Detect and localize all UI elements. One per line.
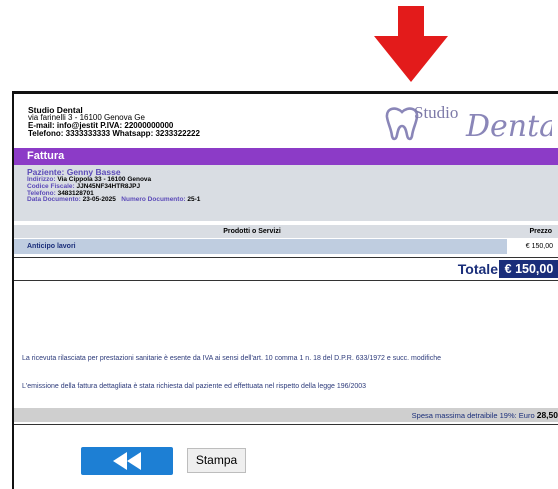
- divider: [14, 424, 558, 425]
- logo-text-studio: Studio: [414, 103, 458, 122]
- item-description: Anticipo lavori: [27, 243, 76, 250]
- company-phone: Telefono: 3333333333 Whatsapp: 323332222…: [28, 129, 200, 138]
- print-button[interactable]: Stampa: [187, 448, 246, 473]
- invoice-title-bar: Fattura: [14, 148, 558, 165]
- table-row: Anticipo lavori € 150,00: [14, 239, 558, 254]
- red-arrow-down-icon: [374, 6, 448, 82]
- studio-dental-logo: Studio Dental: [385, 103, 552, 142]
- invoice-title: Fattura: [27, 150, 65, 162]
- products-header: Prodotti o Servizi: [223, 228, 281, 235]
- patient-info: Paziente: Genny Basse Indirizzo: Via Cip…: [14, 165, 558, 221]
- price-header: Prezzo: [529, 228, 552, 235]
- document-number: 25-1: [187, 196, 201, 204]
- deductible-row: Spesa massima detraibile 19%: Euro 28,50: [14, 408, 558, 422]
- invoice-document: Studio Dental via farinelli 3 - 16100 Ge…: [12, 91, 558, 489]
- back-button[interactable]: [81, 447, 173, 475]
- company-info: Studio Dental via farinelli 3 - 16100 Ge…: [28, 106, 200, 138]
- deductible-value: 28,50: [536, 410, 558, 420]
- total-label: Totale: [457, 261, 498, 277]
- products-table-header: Prodotti o Servizi Prezzo: [14, 225, 558, 238]
- total-value: € 150,00: [499, 260, 558, 278]
- total-row: Totale € 150,00: [14, 257, 558, 281]
- item-price: € 150,00: [507, 239, 558, 254]
- document-number-label: Numero Documento:: [121, 196, 186, 204]
- tooth-icon: [385, 107, 419, 141]
- detailed-invoice-note: L'emissione della fattura dettagliata è …: [22, 383, 367, 390]
- logo-text-dental: Dental: [465, 109, 552, 142]
- document-date: 23-05-2025: [82, 196, 116, 204]
- rewind-icon: [113, 452, 141, 470]
- vat-exemption-note: La ricevuta rilasciata per prestazioni s…: [22, 355, 441, 362]
- deductible-label: Spesa massima detraibile 19%: Euro: [411, 411, 535, 420]
- document-date-label: Data Documento:: [27, 196, 81, 204]
